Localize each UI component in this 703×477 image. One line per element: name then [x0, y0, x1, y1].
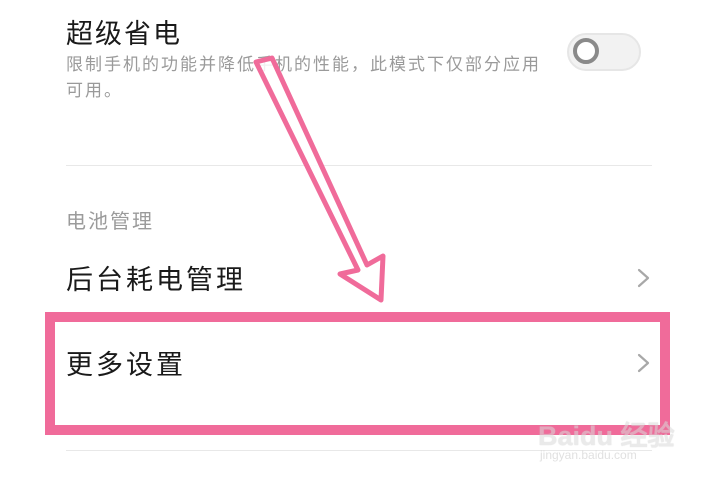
chevron-right-icon [637, 268, 650, 288]
settings-screen: 超级省电 限制手机的功能并降低手机的性能，此模式下仅部分应用可用。 电池管理 后… [0, 0, 703, 477]
super-power-saving-title: 超级省电 [66, 19, 182, 50]
background-power-management-label: 后台耗电管理 [66, 265, 246, 296]
background-power-management-row[interactable]: 后台耗电管理 [0, 242, 703, 312]
super-power-saving-toggle[interactable] [567, 33, 641, 71]
baidu-jingyan-watermark: Baidu 经验 jingyan.baidu.com [538, 408, 688, 468]
chevron-right-icon [637, 353, 650, 373]
super-power-saving-description: 限制手机的功能并降低手机的性能，此模式下仅部分应用可用。 [66, 55, 541, 101]
toggle-knob [573, 38, 599, 64]
battery-management-header: 电池管理 [66, 209, 154, 233]
more-settings-row[interactable]: 更多设置 [0, 327, 703, 397]
watermark-brand: Baidu 经验 [538, 421, 675, 451]
super-power-saving-row[interactable]: 超级省电 限制手机的功能并降低手机的性能，此模式下仅部分应用可用。 [0, 0, 703, 165]
divider [66, 165, 652, 166]
more-settings-label: 更多设置 [66, 350, 186, 381]
divider [66, 450, 652, 451]
